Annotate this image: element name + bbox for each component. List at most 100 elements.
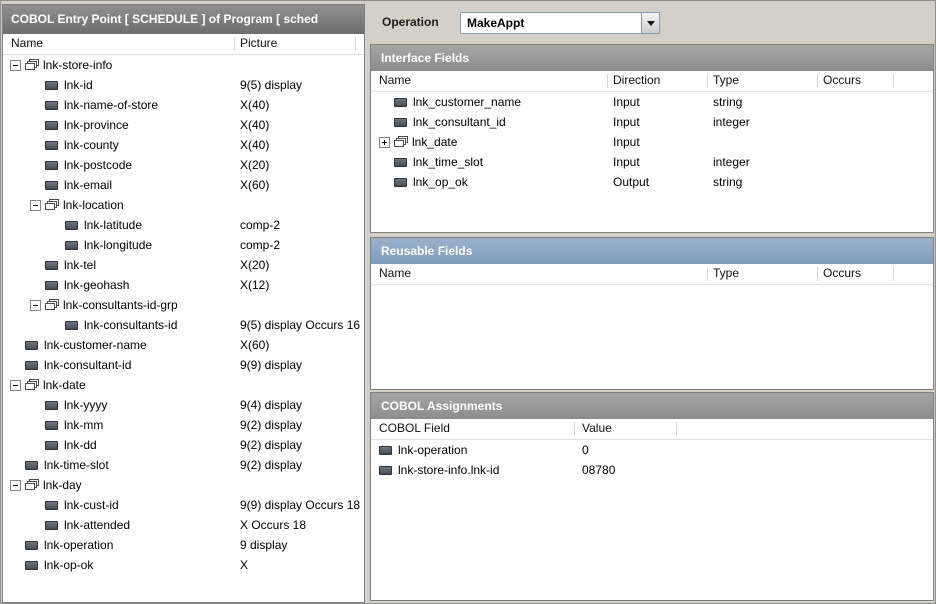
field-icon [45,521,58,530]
column-header-name[interactable]: Name [379,264,411,283]
tree-item-label: lnk-consultants-id [84,318,177,332]
tree-row[interactable]: lnk-date [3,375,364,395]
tree-item-label: lnk-location [63,198,124,212]
operation-bar: Operation MakeAppt [370,4,934,42]
tree-row[interactable]: lnk-yyyy9(4) display [3,395,364,415]
assignment-value: 0 [582,440,589,460]
picture-value: X(60) [240,335,269,355]
tree-row[interactable]: lnk-dd 9(2) display [3,435,364,455]
field-icon [25,341,38,350]
cobol-assignment-row[interactable]: lnk-operation0 [371,440,933,460]
field-icon [25,461,38,470]
tree-row[interactable]: lnk-op-okX [3,555,364,575]
column-header-picture[interactable]: Picture [240,34,277,53]
tree-item-label: lnk-yyyy [64,398,107,412]
field-name-label: lnk_customer_name [413,95,521,109]
field-icon [45,501,58,510]
interface-field-row[interactable]: lnk_time_slotInputinteger [371,152,933,172]
tree-row[interactable]: lnk-day [3,475,364,495]
picture-value: X Occurs 18 [240,515,306,535]
field-icon [65,321,78,330]
cobol-structure-tree: lnk-store-info lnk-id 9(5) displaylnk-name… [3,55,364,575]
column-separator [893,267,894,281]
tree-item-label: lnk-dd [64,438,97,452]
field-icon [394,118,407,127]
interface-field-row[interactable]: lnk_customer_nameInputstring [371,92,933,112]
tree-row[interactable]: lnk-mm 9(2) display [3,415,364,435]
tree-row[interactable]: lnk-telX(20) [3,255,364,275]
tree-row[interactable]: lnk-consultants-id-grp [3,295,364,315]
chevron-down-icon [647,21,655,26]
column-header-cobol-field[interactable]: COBOL Field [379,419,450,438]
field-icon [45,281,58,290]
tree-row[interactable]: lnk-time-slot9(2) display [3,455,364,475]
column-header-type[interactable]: Type [713,264,739,283]
tree-row[interactable]: lnk-cust-id9(9) display Occurs 18 [3,495,364,515]
mapping-detail-region: Operation MakeAppt Interface Fields Name… [370,4,934,601]
cobol-assignments-section: COBOL Assignments COBOL Field Value lnk-… [370,392,934,601]
column-separator [355,37,356,51]
column-separator [607,74,608,88]
tree-row[interactable]: lnk-latitudecomp-2 [3,215,364,235]
expand-toggle-icon[interactable] [379,137,390,148]
collapse-toggle-icon[interactable] [10,60,21,71]
collapse-toggle-icon[interactable] [10,380,21,391]
picture-value: 9(2) display [240,415,302,435]
tree-row[interactable]: lnk-consultant-id9(9) display [3,355,364,375]
field-icon [394,158,407,167]
column-header-occurs[interactable]: Occurs [823,264,861,283]
column-header-direction[interactable]: Direction [613,71,660,90]
type-value: integer [713,152,750,172]
tree-row[interactable]: lnk-name-of-storeX(40) [3,95,364,115]
interface-field-row[interactable]: lnk_op_okOutputstring [371,172,933,192]
column-separator [893,74,894,88]
tree-item-label: lnk-longitude [84,238,152,252]
column-header-occurs[interactable]: Occurs [823,71,861,90]
picture-value: 9(9) display [240,355,302,375]
field-icon [45,261,58,270]
column-separator [817,267,818,281]
tree-item-label: lnk-customer-name [44,338,147,352]
collapse-toggle-icon[interactable] [10,480,21,491]
group-icon [45,299,59,311]
interface-field-row[interactable]: lnk_dateInput [371,132,933,152]
tree-item-label: lnk-id [64,78,93,92]
collapse-toggle-icon[interactable] [30,200,41,211]
column-header-type[interactable]: Type [713,71,739,90]
picture-value: 9(5) display [240,75,302,95]
tree-row[interactable]: lnk-postcodeX(20) [3,155,364,175]
column-header-value[interactable]: Value [582,419,612,438]
field-icon [379,466,392,475]
picture-value: 9(2) display [240,435,302,455]
cobol-assignment-row[interactable]: lnk-store-info.lnk-id08780 [371,460,933,480]
tree-row[interactable]: lnk-longitudecomp-2 [3,235,364,255]
tree-row[interactable]: lnk-attendedX Occurs 18 [3,515,364,535]
tree-row[interactable]: lnk-operation9 display [3,535,364,555]
collapse-toggle-icon[interactable] [30,300,41,311]
tree-item-label: lnk-mm [64,418,103,432]
field-name-label: lnk_time_slot [413,155,483,169]
tree-row[interactable]: lnk-id 9(5) display [3,75,364,95]
tree-row[interactable]: lnk-emailX(60) [3,175,364,195]
dropdown-button[interactable] [641,13,659,33]
interface-field-row[interactable]: lnk_consultant_idInputinteger [371,112,933,132]
tree-item-label: lnk-consultants-id-grp [63,298,178,312]
operation-dropdown[interactable]: MakeAppt [460,12,660,34]
tree-item-label: lnk-province [64,118,129,132]
cobol-field-label: lnk-store-info.lnk-id [398,463,499,477]
tree-row[interactable]: lnk-countyX(40) [3,135,364,155]
field-icon [45,101,58,110]
tree-row[interactable]: lnk-provinceX(40) [3,115,364,135]
operation-selected-value: MakeAppt [461,13,641,33]
tree-row[interactable]: lnk-geohashX(12) [3,275,364,295]
tree-item-label: lnk-date [43,378,86,392]
tree-row[interactable]: lnk-store-info [3,55,364,75]
tree-item-label: lnk-tel [64,258,96,272]
column-header-name[interactable]: Name [11,34,43,53]
tree-row[interactable]: lnk-location [3,195,364,215]
interface-fields-column-header: Name Direction Type Occurs [371,71,933,92]
tree-row[interactable]: lnk-customer-name X(60) [3,335,364,355]
column-header-name[interactable]: Name [379,71,411,90]
tree-row[interactable]: lnk-consultants-id9(5) display Occurs 16 [3,315,364,335]
cobol-entry-point-panel: COBOL Entry Point [ SCHEDULE ] of Progra… [2,4,365,603]
